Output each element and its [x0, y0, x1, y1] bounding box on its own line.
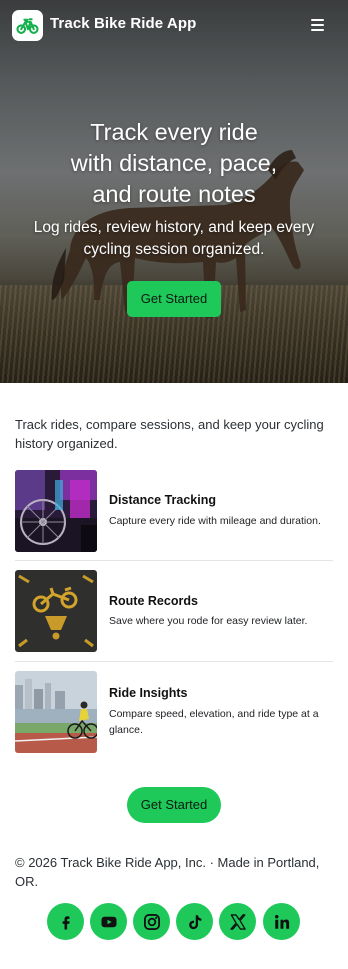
feature-divider: [15, 661, 333, 662]
hero-title-line-3: and route notes: [92, 181, 256, 207]
app-logo[interactable]: [12, 10, 43, 41]
tiktok-icon[interactable]: [176, 903, 213, 940]
feature-divider: [15, 560, 333, 561]
hero-section: Track Bike Ride App Track every ride wit…: [0, 0, 348, 383]
feature-card-distance-tracking: Distance Tracking Capture every ride wit…: [15, 470, 333, 552]
feature-card-ride-insights: Ride Insights Compare speed, elevation, …: [15, 671, 333, 753]
hero-title-line-1: Track every ride: [90, 119, 258, 145]
footer-copyright: © 2026 Track Bike Ride App, Inc. · Made …: [15, 855, 320, 889]
x-icon[interactable]: [219, 903, 256, 940]
bicycle-icon: [16, 18, 39, 34]
feature-description: Capture every ride with mileage and dura…: [109, 515, 321, 527]
hero-title-line-2: with distance, pace,: [70, 150, 278, 176]
hero-get-started-button[interactable]: Get Started: [127, 281, 221, 317]
instagram-icon[interactable]: [133, 903, 170, 940]
youtube-icon[interactable]: [90, 903, 127, 940]
hero-subtitle: Log rides, review history, and keep ever…: [33, 219, 315, 258]
bike-lane-marking-photo: [15, 570, 97, 652]
feature-card-route-records: Route Records Save where you rode for ea…: [15, 570, 333, 652]
bike-wheel-neon-photo: [15, 470, 97, 552]
feature-title: Distance Tracking: [109, 493, 216, 507]
app-name[interactable]: Track Bike Ride App: [50, 15, 196, 32]
linkedin-icon[interactable]: [263, 903, 300, 940]
feature-description: Compare speed, elevation, and ride type …: [109, 708, 319, 736]
top-navigation-bar: Track Bike Ride App: [0, 0, 348, 52]
hamburger-menu-icon[interactable]: [308, 16, 330, 34]
feature-description: Save where you rode for easy review late…: [109, 615, 308, 627]
hero-title: Track every ride with distance, pace, an…: [0, 117, 348, 210]
intro-text: Track rides, compare sessions, and keep …: [15, 417, 324, 451]
bottom-get-started-button[interactable]: Get Started: [127, 787, 221, 823]
facebook-icon[interactable]: [47, 903, 84, 940]
cyclist-city-path-photo: [15, 671, 97, 753]
feature-title: Ride Insights: [109, 686, 188, 700]
feature-title: Route Records: [109, 594, 198, 608]
